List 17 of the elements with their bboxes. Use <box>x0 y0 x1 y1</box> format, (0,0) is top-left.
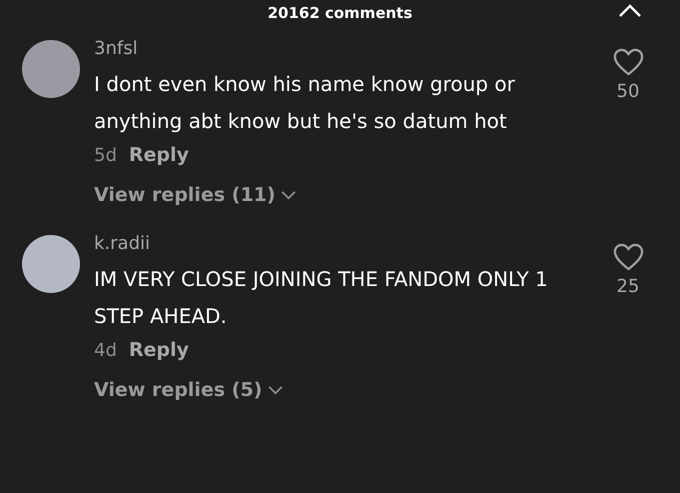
username[interactable]: 3nfsl <box>94 36 584 62</box>
view-replies-link[interactable]: View replies (11) <box>94 184 296 206</box>
comment-text: I dont even know his name know group or anything abt know but he's so datum hot <box>94 71 516 135</box>
heart-icon[interactable] <box>612 48 644 77</box>
comment-text: IM VERY CLOSE JOINING THE FANDOM ONLY 1 STEP AHEAD. <box>94 266 549 330</box>
username[interactable]: k.radii <box>94 231 584 257</box>
comment-age: 5d <box>94 144 117 166</box>
comment-age: 4d <box>94 340 117 360</box>
view-replies-link[interactable]: View replies (5) <box>94 379 284 401</box>
reply-link[interactable]: Reply <box>128 144 189 166</box>
reply-link[interactable]: Reply <box>128 339 189 361</box>
like-count: 50 <box>616 81 640 102</box>
like-count: 25 <box>616 276 640 297</box>
comment-count: 20162 comments <box>268 4 412 22</box>
chevron-down-icon <box>268 386 284 394</box>
heart-icon[interactable] <box>612 243 644 272</box>
chevron-down-icon <box>281 190 296 200</box>
